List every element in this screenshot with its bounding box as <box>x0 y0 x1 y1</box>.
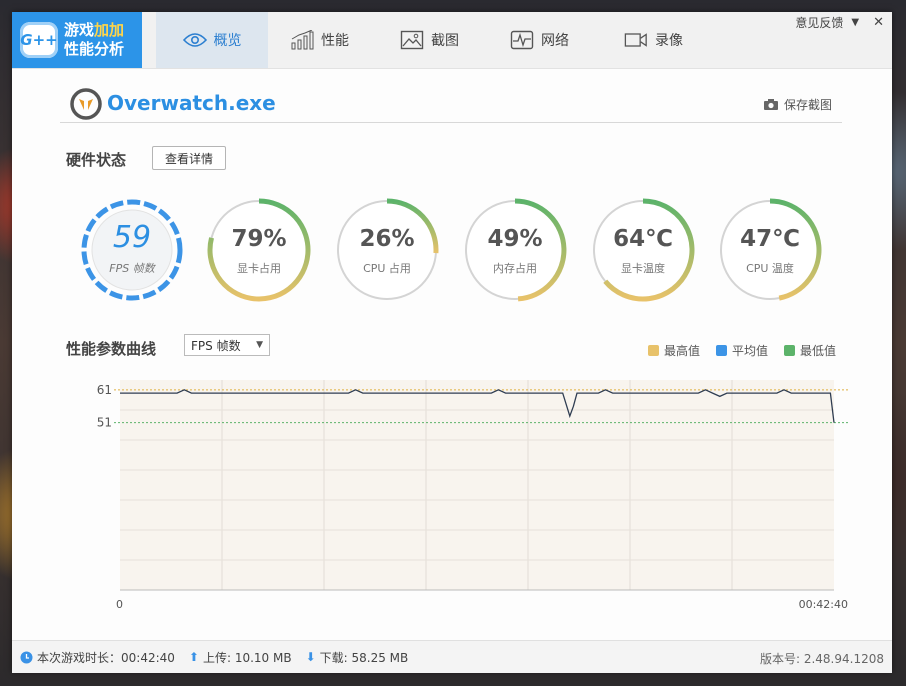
status-bar: 本次游戏时长：00:42:40 ⬆ 上传: 10.10 MB ⬇ 下载: 58.… <box>12 640 892 673</box>
legend-min-label: 最低值 <box>800 344 837 358</box>
fps-value: 59 <box>112 220 152 255</box>
cpu-temp-label: CPU 温度 <box>746 262 794 275</box>
gpu-temp-gauge: 64℃ 显卡温度 <box>591 198 695 302</box>
feedback-link[interactable]: 意见反馈 <box>795 14 843 31</box>
y-tick-label-min: 51 <box>97 416 112 430</box>
gpu-usage-gauge: 79% 显卡占用 <box>207 198 311 302</box>
game-title: Overwatch.exe <box>107 91 276 115</box>
fps-line-chart: 61 51 0 00:42:40 <box>97 380 848 611</box>
legend-max-label: 最高值 <box>664 344 701 358</box>
video-camera-icon <box>624 30 648 50</box>
tab-performance[interactable]: 性能 <box>290 12 349 68</box>
version-text: 版本号: 2.48.94.1208 <box>759 652 884 666</box>
chart-plot-area <box>120 380 834 590</box>
memory-usage-value: 49% <box>487 226 543 252</box>
gpu-usage-label: 显卡占用 <box>237 262 281 275</box>
logo-line1-a: 游戏 <box>64 21 95 39</box>
y-tick-label-max: 61 <box>97 383 112 397</box>
tab-performance-label: 性能 <box>321 33 349 49</box>
picture-icon <box>400 30 424 50</box>
clock-icon <box>20 651 33 663</box>
hardware-status-title: 硬件状态 <box>66 151 127 169</box>
logo-line2: 性能分析 <box>64 40 125 58</box>
tab-recording[interactable]: 录像 <box>624 12 683 68</box>
memory-usage-gauge: 49% 内存占用 <box>463 198 567 302</box>
logo-badge: G++ <box>20 22 58 58</box>
fps-label: FPS 帧数 <box>109 262 155 275</box>
upload-stat: ⬆ 上传: 10.10 MB <box>189 649 292 666</box>
overwatch-logo-icon <box>70 88 102 120</box>
legend-min: 最低值 <box>784 342 836 359</box>
app-logo: G++ 游戏加加 性能分析 <box>12 12 142 68</box>
gpu-temp-value: 64℃ <box>613 226 673 252</box>
legend-max: 最高值 <box>648 342 700 359</box>
cpu-temp-gauge: 47℃ CPU 温度 <box>718 198 822 302</box>
game-title-row: Overwatch.exe 保存截图 <box>60 88 842 123</box>
view-details-button[interactable]: 查看详情 <box>152 146 226 170</box>
cpu-usage-label: CPU 占用 <box>363 262 411 275</box>
cpu-usage-gauge: 26% CPU 占用 <box>335 198 439 302</box>
cpu-usage-value: 26% <box>359 226 415 252</box>
bar-chart-icon <box>290 30 314 50</box>
eye-icon <box>182 30 207 50</box>
legend-avg: 平均值 <box>716 342 768 359</box>
x-axis-start-label: 0 <box>116 598 123 611</box>
save-screenshot-label: 保存截图 <box>783 98 832 112</box>
tab-network[interactable]: 网络 <box>510 12 569 68</box>
caret-down-icon: ▼ <box>256 340 263 350</box>
save-screenshot-button[interactable]: 保存截图 <box>763 96 832 113</box>
gpu-temp-label: 显卡温度 <box>621 262 665 275</box>
arrow-down-icon: ⬇ <box>305 650 316 664</box>
tab-screenshot[interactable]: 截图 <box>400 12 459 68</box>
arrow-up-icon: ⬆ <box>188 650 199 664</box>
gpu-usage-value: 79% <box>231 226 287 252</box>
download-text: 下载: 58.25 MB <box>319 650 409 665</box>
cpu-temp-value: 47℃ <box>740 226 800 252</box>
performance-curve-title: 性能参数曲线 <box>66 340 157 358</box>
metric-select-value: FPS 帧数 <box>191 338 241 353</box>
legend-min-swatch <box>784 345 795 356</box>
app-window: G++ 游戏加加 性能分析 概览 性能 截图 网络 录像 意见反馈 ▼ ✕ Ov… <box>12 12 892 673</box>
top-bar: G++ 游戏加加 性能分析 概览 性能 截图 网络 录像 意见反馈 ▼ ✕ <box>12 12 892 69</box>
legend-max-swatch <box>648 345 659 356</box>
tab-network-label: 网络 <box>541 33 569 49</box>
legend-avg-swatch <box>716 345 727 356</box>
metric-select[interactable]: FPS 帧数 ▼ <box>184 334 270 356</box>
tab-screenshot-label: 截图 <box>431 33 459 49</box>
camera-icon <box>763 99 778 110</box>
upload-text: 上传: 10.10 MB <box>202 650 292 665</box>
chevron-down-icon[interactable]: ▼ <box>851 17 859 28</box>
fps-gauge: 59 FPS 帧数 <box>80 198 184 302</box>
download-stat: ⬇ 下载: 58.25 MB <box>306 649 409 666</box>
logo-line1-b: 加加 <box>94 21 125 39</box>
close-icon[interactable]: ✕ <box>873 15 884 30</box>
legend-avg-label: 平均值 <box>732 344 769 358</box>
pulse-icon <box>510 30 534 50</box>
tab-overview[interactable]: 概览 <box>156 12 268 68</box>
tab-recording-label: 录像 <box>655 33 683 49</box>
logo-text: 游戏加加 性能分析 <box>64 21 124 59</box>
playtime: 本次游戏时长：00:42:40 <box>20 649 175 666</box>
window-controls: 意见反馈 ▼ ✕ <box>795 14 884 31</box>
playtime-text: 本次游戏时长：00:42:40 <box>37 650 175 665</box>
x-axis-end-label: 00:42:40 <box>799 598 848 611</box>
tab-overview-label: 概览 <box>213 33 242 49</box>
memory-usage-label: 内存占用 <box>493 262 537 275</box>
